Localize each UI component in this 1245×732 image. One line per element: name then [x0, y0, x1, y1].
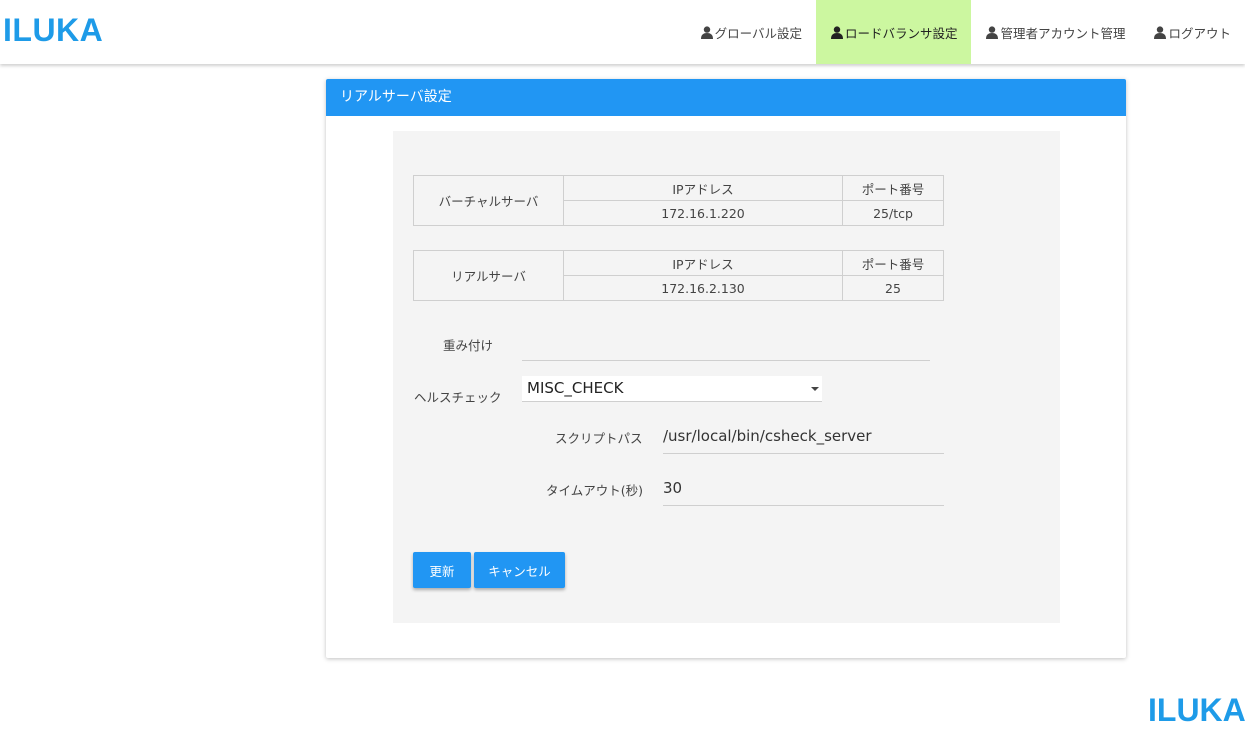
footer-brand-logo: ILUKA [1148, 692, 1245, 728]
healthcheck-label: ヘルスチェック [414, 390, 502, 405]
timeout-label: タイムアウト(秒) [546, 483, 644, 498]
script-path-input[interactable]: /usr/local/bin/csheck_server [663, 420, 944, 454]
virtual-server-ip: 172.16.1.220 [563, 200, 843, 226]
weight-input[interactable] [522, 330, 930, 361]
ip-column-header: IPアドレス [563, 250, 843, 276]
real-server-row-header: リアルサーバ [413, 250, 564, 301]
real-server-port: 25 [842, 275, 944, 301]
nav-item-label: グローバル設定 [714, 25, 802, 41]
brand-logo[interactable]: ILUKA [3, 12, 103, 49]
virtual-server-port: 25/tcp [842, 200, 944, 226]
healthcheck-select[interactable]: MISC_CHECK [522, 376, 822, 402]
top-navbar: ILUKA グローバル設定 ロードバランサ設定 管理者アカウント管理 ログアウト [0, 0, 1245, 64]
nav-item-loadbalancer-settings[interactable]: ロードバランサ設定 [815, 0, 972, 64]
real-server-table: リアルサーバ IPアドレス ポート番号 172.16.2.130 25 [413, 250, 944, 301]
virtual-server-table: バーチャルサーバ IPアドレス ポート番号 172.16.1.220 25/tc… [413, 175, 944, 226]
user-icon [700, 25, 713, 39]
weight-label: 重み付け [443, 338, 494, 353]
port-column-header: ポート番号 [842, 250, 944, 276]
nav-item-label: ログアウト [1168, 25, 1231, 41]
nav-item-logout[interactable]: ログアウト [1139, 0, 1245, 64]
nav-item-admin-accounts[interactable]: 管理者アカウント管理 [971, 0, 1139, 64]
timeout-input[interactable]: 30 [663, 472, 944, 506]
nav-item-global-settings[interactable]: グローバル設定 [686, 0, 816, 64]
nav-menu: グローバル設定 ロードバランサ設定 管理者アカウント管理 ログアウト [686, 0, 1245, 64]
cancel-button[interactable]: キャンセル [474, 552, 565, 588]
nav-item-label: 管理者アカウント管理 [1000, 25, 1126, 41]
dropdown-caret-icon [811, 387, 819, 391]
user-icon [830, 25, 843, 39]
healthcheck-selected-value: MISC_CHECK [527, 379, 624, 397]
update-button[interactable]: 更新 [413, 552, 471, 588]
user-icon [986, 25, 999, 39]
card-title: リアルサーバ設定 [326, 79, 1126, 116]
port-column-header: ポート番号 [842, 175, 944, 201]
user-icon [1154, 25, 1167, 39]
nav-item-label: ロードバランサ設定 [844, 25, 958, 41]
ip-column-header: IPアドレス [563, 175, 843, 201]
real-server-ip: 172.16.2.130 [563, 275, 843, 301]
settings-panel: バーチャルサーバ IPアドレス ポート番号 172.16.1.220 25/tc… [393, 131, 1060, 623]
script-path-label: スクリプトパス [555, 431, 643, 446]
virtual-server-row-header: バーチャルサーバ [413, 175, 564, 226]
real-server-settings-card: リアルサーバ設定 バーチャルサーバ IPアドレス ポート番号 172.16.1.… [326, 79, 1126, 658]
